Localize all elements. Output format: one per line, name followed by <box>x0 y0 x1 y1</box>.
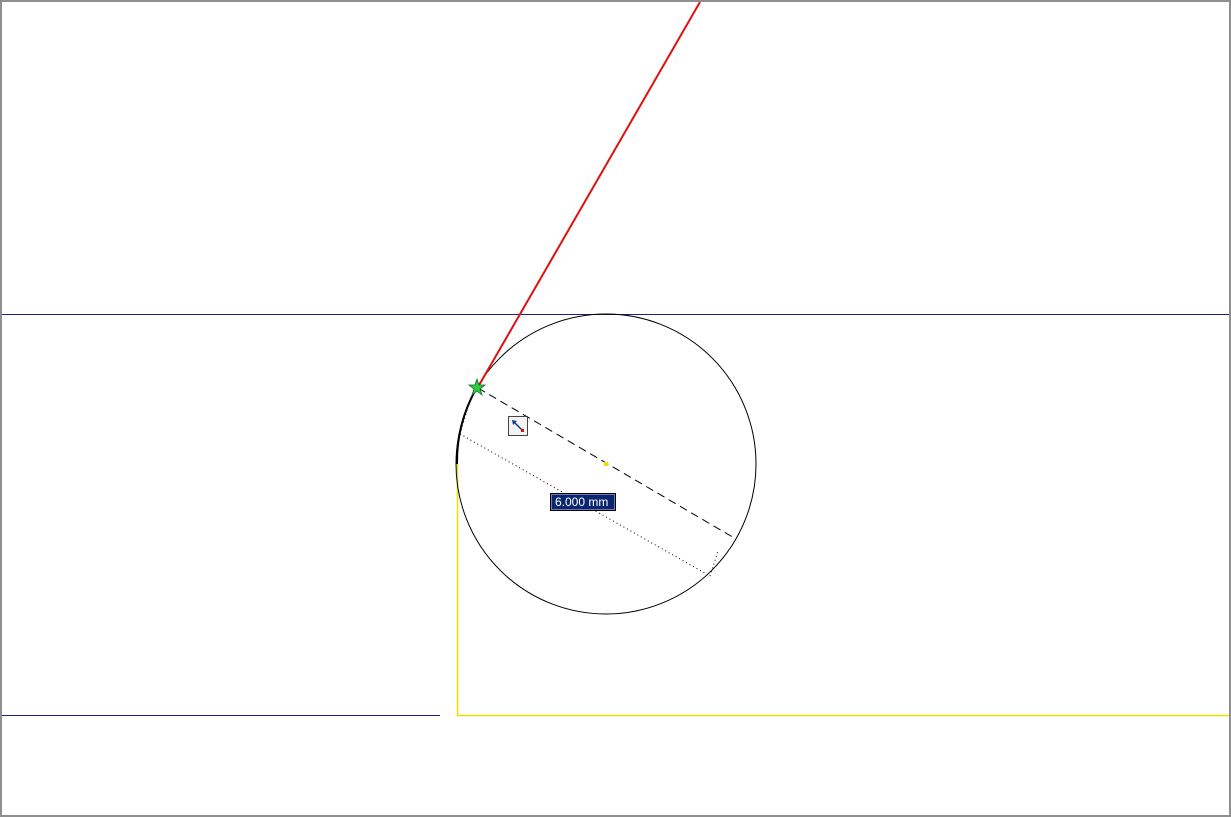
circle-center-point[interactable] <box>604 462 608 466</box>
sketch-canvas[interactable] <box>2 2 1231 817</box>
diameter-tool-icon <box>508 416 528 436</box>
dimension-extension-right <box>709 550 719 577</box>
tangent-preview-line <box>477 2 701 388</box>
arc-highlight <box>455 388 477 465</box>
snap-point-icon <box>467 377 487 397</box>
dimension-value-input[interactable]: 6.000 mm <box>550 493 616 511</box>
sketch-graphics-window[interactable]: 6.000 mm <box>0 0 1231 817</box>
